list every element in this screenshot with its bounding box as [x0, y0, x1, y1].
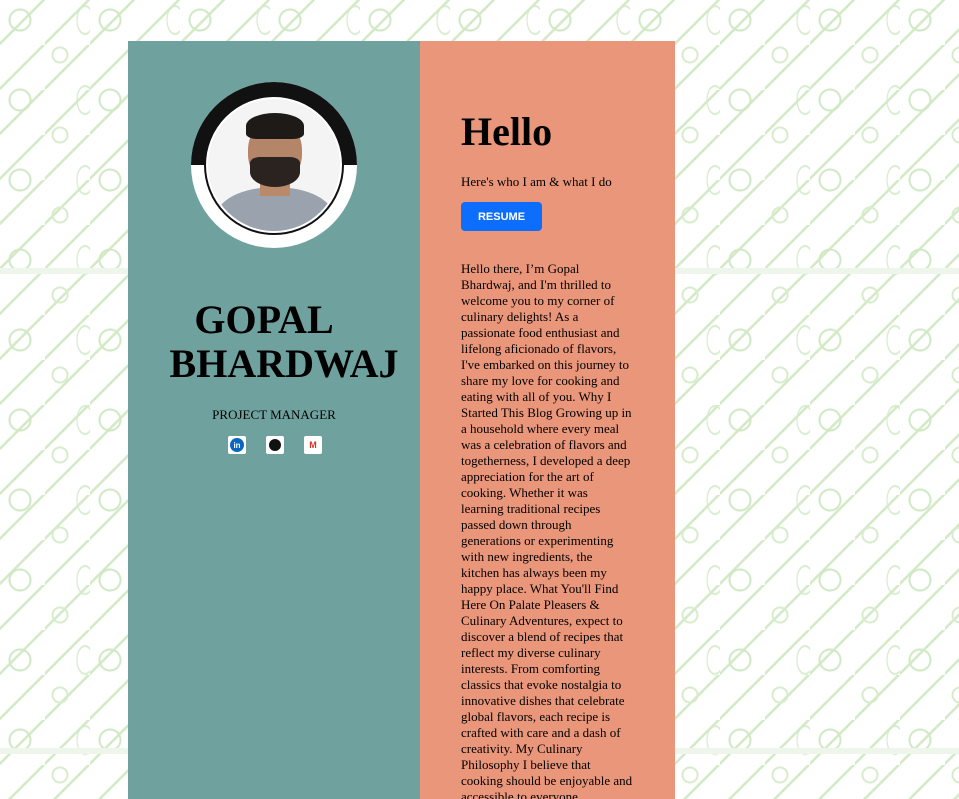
- profile-name-first: GOPAL: [194, 297, 334, 342]
- bio-text: Hello there, I’m Gopal Bhardwaj, and I'm…: [461, 261, 633, 799]
- github-icon: [269, 439, 281, 451]
- tagline: Here's who I am & what I do: [461, 174, 612, 189]
- greeting-heading: Hello: [461, 109, 553, 154]
- linkedin-link[interactable]: in: [228, 436, 246, 454]
- resume-button[interactable]: RESUME: [461, 202, 542, 231]
- profile-name: GOPAL BHARDWAJ: [128, 298, 420, 386]
- profile-card: GOPAL BHARDWAJ PROJECT MANAGER in M Hell…: [128, 41, 675, 799]
- profile-photo: [208, 99, 340, 231]
- gmail-link[interactable]: M: [304, 436, 322, 454]
- profile-sidebar: GOPAL BHARDWAJ PROJECT MANAGER in M: [128, 41, 420, 799]
- avatar: [191, 82, 357, 248]
- gmail-icon: M: [309, 440, 317, 450]
- github-link[interactable]: [266, 436, 284, 454]
- profile-name-last: BHARDWAJ: [169, 341, 399, 386]
- avatar-frame: [204, 95, 344, 235]
- about-panel: Hello Here's who I am & what I do RESUME…: [420, 41, 675, 799]
- profile-role: PROJECT MANAGER: [212, 407, 336, 422]
- linkedin-icon: in: [230, 438, 244, 452]
- social-links: in M: [228, 436, 322, 454]
